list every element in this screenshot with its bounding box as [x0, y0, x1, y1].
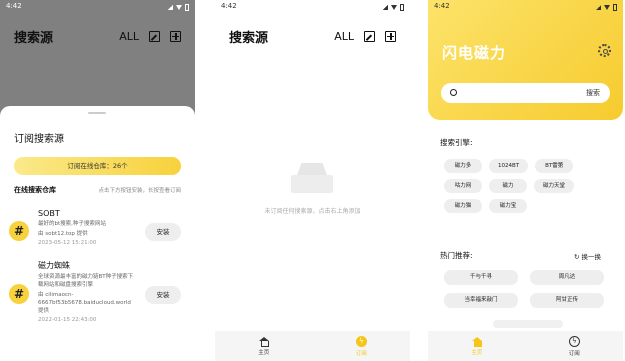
sheet-handle[interactable] — [88, 112, 106, 114]
source-date: 2022-01-15 22:43:00 — [38, 317, 97, 323]
nav-subscribe-label: 订阅 — [355, 350, 367, 357]
source-name: SOBT — [38, 209, 60, 218]
status-bar: 4:42 — [215, 0, 410, 14]
wifi-icon — [604, 4, 610, 10]
all-filter-button[interactable]: ALL — [334, 30, 354, 43]
nav-home[interactable]: 主页 — [428, 331, 526, 361]
subscribe-repo-button[interactable]: 订阅在线仓库：26个 — [14, 157, 181, 175]
bolt-icon: ϟ — [355, 335, 367, 347]
engine-chip[interactable]: 磁力猫 — [444, 199, 482, 213]
hot-chip[interactable]: 阿甘正传 — [530, 293, 604, 308]
nav-home-label: 主页 — [471, 349, 483, 356]
nav-home-label: 主页 — [258, 349, 270, 356]
hash-icon: # — [9, 284, 29, 304]
app-bar: 搜索源 ALL — [215, 22, 410, 50]
engine-chip[interactable]: 磁力 — [489, 179, 527, 193]
source-item[interactable]: # SOBT 最好的bt搜索,种子搜索网站 由 sobt12.top 提供 20… — [9, 209, 181, 246]
subscribe-sheet: 订阅搜索源 订阅在线仓库：26个 在线搜索仓库 点击下方按钮安装，长按查看订阅 … — [0, 106, 195, 361]
empty-inbox-icon — [291, 163, 333, 193]
bolt-icon: ϟ — [568, 335, 580, 347]
hot-title: 热门推荐: — [440, 251, 473, 260]
edit-icon[interactable] — [149, 30, 160, 42]
engine-chips: 磁力多 1024BT BT雷第 咕力网 磁力 磁力天堂 磁力猫 磁力宝 — [444, 159, 615, 213]
engine-chip[interactable]: 磁力多 — [444, 159, 482, 173]
battery-icon — [400, 3, 404, 11]
hash-icon: # — [9, 221, 29, 241]
empty-message: 未订阅任何搜索源，点击右上角添加 — [264, 208, 361, 215]
screen-sources-empty: 4:42 搜索源 ALL 未订阅任何搜索源，点击右上角添加 主页 ϟ 订阅 — [215, 0, 410, 361]
add-icon[interactable] — [385, 30, 396, 42]
online-repo-hint: 点击下方按钮安装，长按查看订阅 — [98, 188, 181, 194]
source-provider: 由 cilimaocn-6667bf53b5678.baiducloud.wor… — [38, 292, 131, 314]
page-title: 搜索源 — [229, 30, 269, 46]
hero-header: 4:42 闪电磁力 搜索 — [428, 0, 623, 120]
engine-chip[interactable]: BT雷第 — [535, 159, 574, 173]
app-bar: 搜索源 ALL — [0, 22, 195, 50]
battery-icon — [613, 3, 617, 11]
engines-title: 搜索引擎: — [440, 138, 473, 147]
install-button[interactable]: 安装 — [145, 223, 181, 241]
search-button[interactable]: 搜索 — [586, 88, 600, 98]
refresh-label: 换一换 — [581, 253, 602, 261]
engine-chip[interactable]: 磁力宝 — [489, 199, 527, 213]
status-bar: 4:42 — [0, 0, 195, 14]
screen-home: 4:42 闪电磁力 搜索 搜索引擎: 磁力多 1024BT BT雷第 咕力网 磁… — [428, 0, 623, 361]
add-icon[interactable] — [170, 30, 181, 42]
nav-subscribe[interactable]: ϟ 订阅 — [526, 331, 624, 361]
search-icon — [450, 89, 457, 96]
engine-chip[interactable]: 1024BT — [489, 159, 529, 173]
status-time: 4:42 — [221, 2, 237, 10]
screen-sources-sheet: 4:42 搜索源 ALL 订阅搜索源 订阅在线仓库：26个 在线搜索仓库 点击下… — [0, 0, 195, 361]
bottom-nav: 主页 ϟ 订阅 — [428, 331, 623, 361]
home-icon — [471, 336, 482, 347]
nav-subscribe-label: 订阅 — [568, 350, 580, 357]
nav-home[interactable]: 主页 — [215, 331, 313, 361]
status-time: 4:42 — [6, 2, 22, 10]
page-title: 搜索源 — [14, 30, 54, 46]
source-name: 磁力蜘蛛 — [38, 261, 70, 270]
all-filter-button[interactable]: ALL — [119, 30, 139, 43]
signal-icon — [168, 4, 173, 10]
edit-icon[interactable] — [364, 30, 375, 42]
wifi-icon — [391, 4, 397, 10]
refresh-icon: ↻ — [573, 253, 582, 261]
hot-chips: 千与千寻 周凡达 当幸福来敲门 阿甘正传 — [444, 270, 609, 308]
search-input[interactable]: 搜索 — [441, 83, 610, 103]
source-provider: 由 sobt12.top 提供 — [38, 231, 88, 237]
app-brand: 闪电磁力 — [442, 44, 507, 62]
online-repo-label: 在线搜索仓库 — [14, 186, 56, 194]
hot-chip[interactable]: 当幸福来敲门 — [444, 293, 518, 308]
install-button[interactable]: 安装 — [145, 286, 181, 304]
nav-subscribe[interactable]: ϟ 订阅 — [313, 331, 411, 361]
signal-icon — [596, 4, 601, 10]
source-desc: 全球资源最丰富的磁力链BT种子搜索下载网站和磁盘搜索引擎 — [38, 274, 134, 288]
hot-chip[interactable]: 周凡达 — [530, 270, 604, 285]
engine-chip[interactable]: 咕力网 — [444, 179, 482, 193]
source-desc: 最好的bt搜索,种子搜索网站 — [38, 221, 106, 227]
status-time: 4:42 — [434, 2, 450, 10]
source-item[interactable]: # 磁力蜘蛛 全球资源最丰富的磁力链BT种子搜索下载网站和磁盘搜索引擎 由 ci… — [9, 260, 181, 323]
signal-icon — [383, 4, 388, 10]
home-icon — [258, 336, 269, 347]
wifi-icon — [176, 4, 182, 10]
hot-chip-placeholder — [493, 320, 563, 328]
refresh-button[interactable]: ↻ 换一换 — [574, 251, 601, 261]
hot-chip[interactable]: 千与千寻 — [444, 270, 518, 285]
bottom-nav: 主页 ϟ 订阅 — [215, 331, 410, 361]
settings-gear-icon[interactable] — [598, 44, 611, 57]
status-bar: 4:42 — [428, 0, 623, 14]
sheet-title: 订阅搜索源 — [14, 134, 64, 145]
engine-chip[interactable]: 磁力天堂 — [534, 179, 575, 193]
battery-icon — [185, 3, 189, 11]
